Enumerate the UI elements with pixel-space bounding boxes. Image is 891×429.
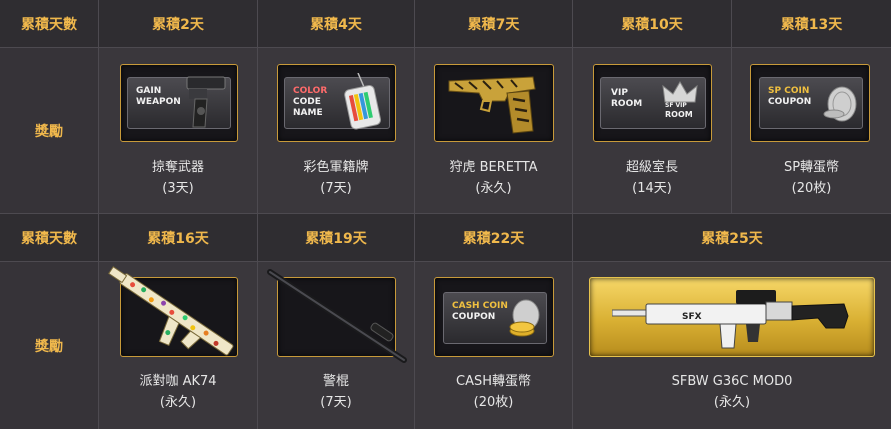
item-name: 派對咖 AK74 [139, 374, 217, 389]
vip-room-tag: VIP ROOM SF VIP ROOM [600, 77, 706, 129]
baton-icon [267, 269, 407, 363]
header-day-4: 累積4天 [258, 0, 415, 48]
header-label: 累積天數 [21, 230, 77, 247]
item-duration: (3天) [162, 181, 194, 196]
item-duration: (7天) [320, 181, 352, 196]
item-duration: (永久) [159, 395, 197, 410]
pistol-icon [186, 76, 226, 128]
header-cumulative-days: 累積天數 [0, 214, 99, 262]
item-card: SP COIN COUPON [750, 64, 870, 142]
item-card: COLOR CODE NAME [277, 64, 396, 142]
dog-tag-icon [344, 73, 382, 130]
tag-line: SP COIN [768, 86, 810, 96]
reward-baton[interactable]: 警棍 (7天) [258, 262, 415, 429]
gold-coin-icon [509, 299, 540, 337]
attendance-reward-table: 累積天數 累積2天 累積4天 累積7天 累積10天 累積13天 獎勵 GAIN … [0, 0, 891, 429]
item-card: VIP ROOM SF VIP ROOM [593, 64, 712, 142]
party-ak74-icon [108, 266, 234, 356]
tiger-beretta-icon [448, 76, 536, 134]
item-name: 超級室長 [625, 160, 678, 175]
item-name: 狩虎 BERETTA [449, 160, 538, 175]
day-label: 累積2天 [152, 16, 204, 33]
day-label: 累積22天 [462, 230, 525, 247]
tag-line: SF VIP [665, 102, 687, 109]
item-name: 彩色軍籍牌 [303, 160, 369, 175]
item-card: SFX [589, 277, 875, 357]
reward-g36c[interactable]: SFX SFBW G36C MOD0 (永久) [573, 262, 891, 429]
header-cumulative-days: 累積天數 [0, 0, 99, 48]
tag-line: CASH COIN [452, 301, 508, 311]
item-duration: (20枚) [791, 181, 832, 196]
header-day-7: 累積7天 [415, 0, 573, 48]
reward-row-label: 獎勵 [0, 262, 99, 429]
reward-color-code-name[interactable]: COLOR CODE NAME 彩色軍籍牌 (7天) [258, 48, 415, 214]
tag-line: CODE [293, 97, 321, 107]
item-duration: (永久) [475, 181, 512, 196]
day-label: 累積16天 [147, 230, 209, 247]
header-day-2: 累積2天 [99, 0, 258, 48]
sp-coin-tag: SP COIN COUPON [759, 77, 863, 129]
item-name: SFBW G36C MOD0 [671, 374, 793, 389]
item-card: GAIN WEAPON [120, 64, 238, 142]
day-label: 累積4天 [310, 16, 362, 33]
tag-line: COUPON [452, 312, 496, 322]
item-name: CASH轉蛋幣 [456, 374, 531, 389]
g36c-rifle-icon: SFX [612, 290, 849, 349]
tag-line: VIP [611, 88, 628, 98]
reward-gain-weapon[interactable]: GAIN WEAPON 掠奪武器 (3天) [99, 48, 258, 214]
header-day-25: 累積25天 [573, 214, 891, 262]
day-label: 累積19天 [305, 230, 367, 247]
item-card: CASH COIN COUPON [434, 277, 554, 357]
header-day-22: 累積22天 [415, 214, 573, 262]
tag-line: GAIN [136, 86, 162, 96]
day-label: 累積25天 [701, 230, 763, 247]
header-day-19: 累積19天 [258, 214, 415, 262]
item-duration: (永久) [713, 395, 751, 410]
item-name: 掠奪武器 [151, 160, 204, 175]
item-name: 警棍 [322, 374, 349, 389]
reward-row-label: 獎勵 [0, 48, 99, 214]
item-card [434, 64, 554, 142]
tag-line: ROOM [611, 99, 643, 109]
item-name: SP轉蛋幣 [783, 160, 840, 175]
day-label: 累積10天 [621, 16, 683, 33]
tag-line: NAME [293, 108, 323, 118]
day-label: 累積13天 [780, 16, 843, 33]
cash-coin-tag: CASH COIN COUPON [443, 292, 547, 344]
reward-sp-coin[interactable]: SP COIN COUPON SP轉蛋幣 (20枚) [732, 48, 891, 214]
reward-party-ak74[interactable]: 派對咖 AK74 (永久) [99, 262, 258, 429]
reward-label: 獎勵 [35, 338, 63, 355]
silver-coin-icon [823, 86, 857, 122]
header-day-10: 累積10天 [573, 0, 732, 48]
reward-beretta[interactable]: 狩虎 BERETTA (永久) [415, 48, 573, 214]
tag-line: ROOM [665, 110, 693, 119]
day-label: 累積7天 [467, 16, 520, 33]
reward-cash-coin[interactable]: CASH COIN COUPON CASH轉蛋幣 (20枚) [415, 262, 573, 429]
tag-line: COUPON [768, 97, 812, 107]
item-duration: (20枚) [473, 395, 514, 410]
tag-line: COLOR [293, 86, 328, 96]
header-day-16: 累積16天 [99, 214, 258, 262]
reward-label: 獎勵 [35, 123, 63, 140]
reward-vip-room[interactable]: VIP ROOM SF VIP ROOM 超級室長 (14天) [573, 48, 732, 214]
header-label: 累積天數 [21, 16, 77, 33]
sfx-logo: SFX [682, 312, 702, 322]
item-duration: (14天) [632, 181, 672, 196]
item-duration: (7天) [320, 395, 352, 410]
tag-line: WEAPON [136, 97, 181, 107]
header-day-13: 累積13天 [732, 0, 891, 48]
